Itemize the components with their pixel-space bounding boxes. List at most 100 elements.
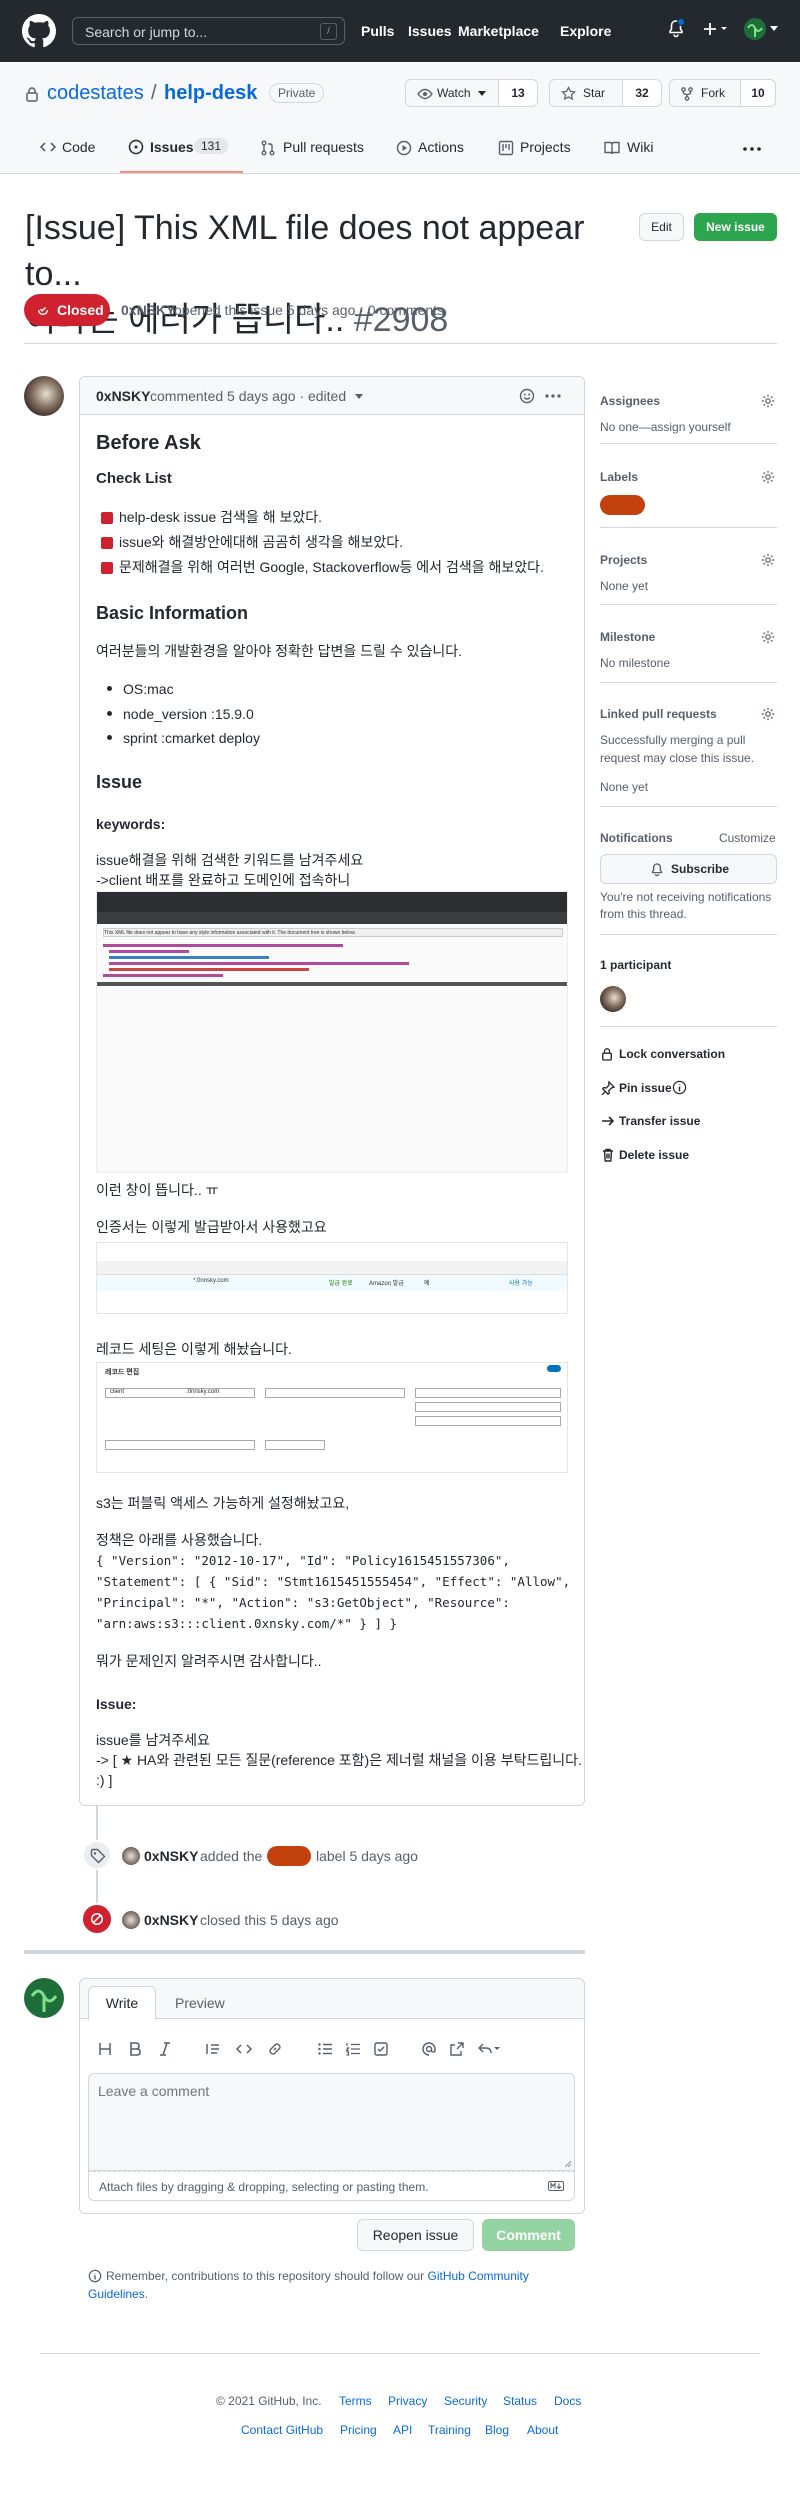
tab-wiki[interactable]: Wiki	[627, 139, 653, 155]
env-item: sprint :cmarket deploy	[123, 730, 260, 746]
watch-count[interactable]: 13	[498, 79, 538, 107]
cross-reference-icon[interactable]	[450, 2042, 464, 2056]
transfer-issue-button[interactable]: Transfer issue	[619, 1114, 700, 1128]
embedded-screenshot-certificate[interactable]: *.0nnsky.com 발급 완료 Amazon 발급 예 사용 가능	[96, 1242, 568, 1314]
linked-prs-heading[interactable]: Linked pull requests	[600, 707, 717, 721]
more-tabs-icon[interactable]	[743, 147, 761, 151]
xml-line	[109, 950, 189, 953]
resize-handle-icon[interactable]	[564, 2160, 572, 2168]
reopen-issue-button[interactable]: Reopen issue	[357, 2219, 474, 2251]
plus-dropdown-icon[interactable]	[703, 22, 729, 36]
issue-author[interactable]: 0xNSKY	[121, 302, 175, 318]
task-list-icon[interactable]	[374, 2042, 388, 2056]
smiley-icon[interactable]	[519, 388, 535, 404]
attach-files-bar[interactable]: Attach files by dragging & dropping, sel…	[88, 2171, 575, 2201]
milestone-heading[interactable]: Milestone	[600, 630, 655, 644]
lock-conversation-button[interactable]: Lock conversation	[619, 1047, 725, 1061]
label-badge[interactable]	[267, 1846, 311, 1866]
footer-link-pricing[interactable]: Pricing	[340, 2423, 377, 2437]
fork-button[interactable]: Fork	[669, 79, 741, 107]
markdown-icon[interactable]	[548, 2181, 564, 2191]
search-input[interactable]: Search or jump to... /	[72, 17, 345, 45]
bold-icon[interactable]	[128, 2042, 142, 2056]
reply-icon[interactable]	[478, 2042, 500, 2056]
event-author-avatar[interactable]	[122, 1911, 140, 1929]
tab-actions[interactable]: Actions	[418, 139, 464, 155]
label-badge[interactable]	[600, 495, 645, 515]
unordered-list-icon[interactable]	[318, 2042, 332, 2056]
arrow-right-icon	[602, 1116, 615, 1126]
projects-heading[interactable]: Projects	[600, 553, 647, 567]
browser-chrome	[97, 892, 567, 912]
github-community-link[interactable]: GitHub Community	[428, 2269, 529, 2283]
fork-count[interactable]: 10	[740, 79, 776, 107]
star-button[interactable]: Star	[549, 79, 623, 107]
tab-projects[interactable]: Projects	[520, 139, 571, 155]
preview-tab[interactable]: Preview	[175, 1995, 225, 2011]
label-event-author[interactable]: 0xNSKY	[144, 1848, 198, 1864]
mention-icon[interactable]	[422, 2042, 436, 2056]
nav-issues[interactable]: Issues	[408, 23, 452, 39]
edit-button[interactable]: Edit	[639, 213, 684, 241]
embedded-screenshot-record[interactable]: 레코드 편집 client .0nnsky.com	[96, 1362, 568, 1473]
code-icon[interactable]	[236, 2042, 252, 2056]
new-issue-button[interactable]: New issue	[694, 213, 777, 241]
gear-icon[interactable]	[761, 707, 775, 721]
nav-marketplace[interactable]: Marketplace	[458, 23, 539, 39]
embedded-screenshot-xml-error[interactable]: This XML file does not appear to have an…	[96, 891, 568, 1173]
italic-icon[interactable]	[158, 2042, 172, 2056]
kebab-menu-icon[interactable]	[545, 394, 561, 398]
gear-icon[interactable]	[761, 470, 775, 484]
github-logo-icon[interactable]	[22, 14, 56, 48]
labels-heading[interactable]: Labels	[600, 470, 638, 484]
event-author-avatar[interactable]	[122, 1847, 140, 1865]
repo-owner-link[interactable]: codestates	[47, 82, 144, 105]
star-count[interactable]: 32	[622, 79, 662, 107]
footer-link-security[interactable]: Security	[444, 2394, 487, 2408]
footer-link-about[interactable]: About	[527, 2423, 558, 2437]
guidelines-link[interactable]: Guidelines	[88, 2287, 145, 2301]
timeline-end-divider	[24, 1950, 585, 1954]
subscribe-button[interactable]: Subscribe	[600, 854, 777, 884]
write-tab[interactable]: Write	[88, 1986, 156, 2020]
footer-link-status[interactable]: Status	[503, 2394, 537, 2408]
heading-icon[interactable]	[98, 2042, 112, 2056]
assignees-heading[interactable]: Assignees	[600, 394, 660, 408]
certificate-text: 인증서는 이렇게 발급받아서 사용했고요	[96, 1219, 327, 1235]
quote-icon[interactable]	[206, 2042, 220, 2056]
close-event-author[interactable]: 0xNSKY	[144, 1912, 198, 1928]
footer-link-api[interactable]: API	[393, 2423, 412, 2437]
nav-pulls[interactable]: Pulls	[361, 23, 394, 39]
edited-chevron-down-icon[interactable]	[355, 394, 363, 400]
footer-link-training[interactable]: Training	[428, 2423, 471, 2437]
tab-pull-requests[interactable]: Pull requests	[283, 139, 364, 155]
bell-icon[interactable]	[668, 18, 685, 38]
footer-link-blog[interactable]: Blog	[485, 2423, 509, 2437]
ordered-list-icon[interactable]	[346, 2042, 360, 2056]
tab-code[interactable]: Code	[62, 139, 95, 155]
customize-link[interactable]: Customize	[719, 831, 776, 845]
gear-icon[interactable]	[761, 394, 775, 408]
gear-icon[interactable]	[761, 553, 775, 567]
participant-avatar[interactable]	[600, 986, 626, 1012]
gear-icon[interactable]	[761, 630, 775, 644]
tab-issues[interactable]: Issues	[150, 139, 194, 155]
closed-event-badge	[81, 1903, 113, 1935]
watch-button[interactable]: Watch	[405, 79, 499, 107]
comment-textarea[interactable]: Leave a comment	[88, 2073, 575, 2171]
comment-author-avatar[interactable]	[24, 376, 64, 416]
delete-issue-button[interactable]: Delete issue	[619, 1148, 689, 1162]
pin-issue-button[interactable]: Pin issue	[619, 1081, 672, 1095]
comment-button[interactable]: Comment	[482, 2219, 575, 2251]
footer-link-contact[interactable]: Contact GitHub	[241, 2423, 323, 2437]
repo-name-link[interactable]: help-desk	[164, 82, 257, 105]
comment-author[interactable]: 0xNSKY	[96, 388, 150, 404]
footer-link-privacy[interactable]: Privacy	[388, 2394, 427, 2408]
assignees-value[interactable]: No one—assign yourself	[600, 420, 731, 434]
current-user-avatar[interactable]	[24, 1978, 64, 2018]
footer-link-terms[interactable]: Terms	[339, 2394, 372, 2408]
info-icon[interactable]	[672, 1080, 687, 1095]
nav-explore[interactable]: Explore	[560, 23, 611, 39]
footer-link-docs[interactable]: Docs	[554, 2394, 581, 2408]
link-icon[interactable]	[268, 2042, 282, 2056]
